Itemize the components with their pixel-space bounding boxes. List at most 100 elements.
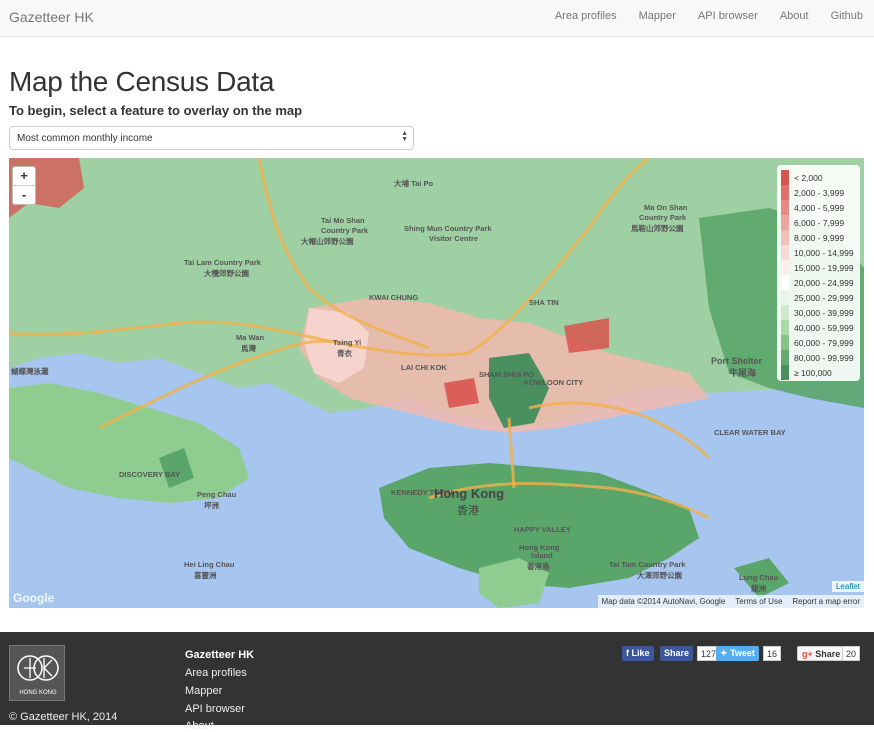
copyright: © Gazetteer HK, 2014 <box>9 711 118 723</box>
legend-swatch <box>781 350 789 365</box>
place-label: 大欖郊野公園 <box>204 269 249 278</box>
nav-links: Area profiles Mapper API browser About G… <box>544 0 874 37</box>
place-label: Shing Mun Country Park <box>404 224 492 233</box>
place-label: Tai Lam Country Park <box>184 258 261 267</box>
place-label: 龍洲 <box>751 584 766 593</box>
place-label: Country Park <box>639 213 687 222</box>
census-map[interactable]: + - 大埔 Tai Po Tai Mo Shan Country Park 大… <box>9 158 864 608</box>
legend-item: 2,000 - 3,999 <box>781 185 856 200</box>
leaflet-attribution-link[interactable]: Leaflet <box>831 581 864 592</box>
legend-swatch <box>781 230 789 245</box>
place-label: Visitor Centre <box>429 234 479 243</box>
report-error-link[interactable]: Report a map error <box>792 597 860 606</box>
feature-select[interactable]: Most common monthly income ▲ ▼ <box>9 126 414 150</box>
legend-item: 4,000 - 5,999 <box>781 200 856 215</box>
legend-item: 10,000 - 14,999 <box>781 245 856 260</box>
gplus-count: 20 <box>842 646 861 661</box>
facebook-icon: f <box>626 648 629 658</box>
nav-mapper[interactable]: Mapper <box>628 0 687 37</box>
page-subtitle: To begin, select a feature to overlay on… <box>9 103 303 118</box>
legend-swatch <box>781 335 789 350</box>
place-label: Ma Wan <box>236 333 265 342</box>
legend-label: 60,000 - 79,999 <box>794 337 854 348</box>
navbar: Gazetteer HK Area profiles Mapper API br… <box>0 0 874 37</box>
nav-about[interactable]: About <box>769 0 820 37</box>
map-data-credit: Map data ©2014 AutoNavi, Google <box>601 597 726 606</box>
place-label: 蝴蝶灣泳灘 <box>11 367 49 376</box>
legend-item: 6,000 - 7,999 <box>781 215 856 230</box>
place-label: DISCOVERY BAY <box>119 470 180 479</box>
place-label: 坪洲 <box>204 501 219 510</box>
zoom-control: + - <box>12 166 36 205</box>
select-caret-icon: ▲ ▼ <box>401 130 408 143</box>
place-label: 馬鞍山郊野公園 <box>631 224 684 233</box>
page-title: Map the Census Data <box>9 66 275 97</box>
legend-label: 40,000 - 59,999 <box>794 322 854 333</box>
map-legend: < 2,000 2,000 - 3,999 4,000 - 5,999 6,000 -… <box>777 165 860 381</box>
footer-heading: Gazetteer HK <box>185 649 255 661</box>
legend-label: < 2,000 <box>794 172 823 183</box>
legend-swatch <box>781 185 789 200</box>
footer-link-api-browser[interactable]: API browser <box>185 703 245 715</box>
feature-select-value: Most common monthly income <box>17 133 153 144</box>
place-label: KWAI CHUNG <box>369 293 419 302</box>
place-label: Hei Ling Chau <box>184 560 235 569</box>
nav-github[interactable]: Github <box>820 0 874 37</box>
tweet-button[interactable]: ✦ Tweet <box>716 646 759 661</box>
legend-item: 60,000 - 79,999 <box>781 335 856 350</box>
legend-label: 20,000 - 24,999 <box>794 277 854 288</box>
city-label-zh: 香港 <box>457 505 479 517</box>
place-label: HAPPY VALLEY <box>514 525 571 534</box>
legend-item: < 2,000 <box>781 170 856 185</box>
city-label: Hong Kong <box>434 486 505 501</box>
footer-link-area-profiles[interactable]: Area profiles <box>185 667 247 679</box>
zoom-in-button[interactable]: + <box>13 167 35 186</box>
place-label: 牛尾海 <box>729 368 757 378</box>
legend-swatch <box>781 275 789 290</box>
facebook-share-button[interactable]: Share <box>660 646 694 661</box>
legend-label: 10,000 - 14,999 <box>794 247 854 258</box>
legend-swatch <box>781 170 789 185</box>
hk-logo-mark: HONG KONG <box>17 655 59 696</box>
brand-link[interactable]: Gazetteer HK <box>9 9 94 25</box>
google-logo: Google <box>13 591 55 605</box>
footer-link-about[interactable]: About <box>185 720 214 732</box>
map-attribution: Map data ©2014 AutoNavi, Google Terms of… <box>597 595 864 608</box>
legend-label: 6,000 - 7,999 <box>794 217 845 228</box>
place-label: Country Park <box>321 226 369 235</box>
place-label: Ma On Shan <box>644 203 688 212</box>
place-label: 喜靈洲 <box>194 571 217 580</box>
hk-logo: HONG KONG <box>9 645 65 701</box>
footer: HONG KONG © Gazetteer HK, 2014 Gazetteer… <box>0 632 874 732</box>
legend-label: 25,000 - 29,999 <box>794 292 854 303</box>
legend-swatch <box>781 245 789 260</box>
place-label: Peng Chau <box>197 490 237 499</box>
legend-label: 8,000 - 9,999 <box>794 232 845 243</box>
legend-swatch <box>781 200 789 215</box>
legend-item: 80,000 - 99,999 <box>781 350 856 365</box>
place-label: Lung Chau <box>739 573 779 582</box>
facebook-like-button[interactable]: f Like <box>622 646 654 661</box>
place-label: Port Shelter <box>711 356 763 366</box>
legend-swatch <box>781 290 789 305</box>
land-lantau <box>9 383 249 503</box>
twitter-icon: ✦ <box>720 648 728 658</box>
place-label: 大埔 Tai Po <box>394 179 434 188</box>
legend-label: 4,000 - 5,999 <box>794 202 845 213</box>
terms-of-use-link[interactable]: Terms of Use <box>735 597 782 606</box>
legend-swatch <box>781 305 789 320</box>
land-sham-shui-po <box>444 378 479 408</box>
tweet-count: 16 <box>763 646 782 661</box>
zoom-out-button[interactable]: - <box>13 186 35 205</box>
place-label: SHA TIN <box>529 298 559 307</box>
place-label: 香港島 <box>527 562 550 571</box>
legend-item: 20,000 - 24,999 <box>781 275 856 290</box>
nav-api-browser[interactable]: API browser <box>687 0 769 37</box>
place-label: CLEAR WATER BAY <box>714 428 786 437</box>
footer-link-mapper[interactable]: Mapper <box>185 685 222 697</box>
legend-label: ≥ 100,000 <box>794 367 832 378</box>
legend-label: 15,000 - 19,999 <box>794 262 854 273</box>
gplus-share-button[interactable]: g+ Share <box>797 646 846 661</box>
legend-label: 2,000 - 3,999 <box>794 187 845 198</box>
nav-area-profiles[interactable]: Area profiles <box>544 0 628 37</box>
